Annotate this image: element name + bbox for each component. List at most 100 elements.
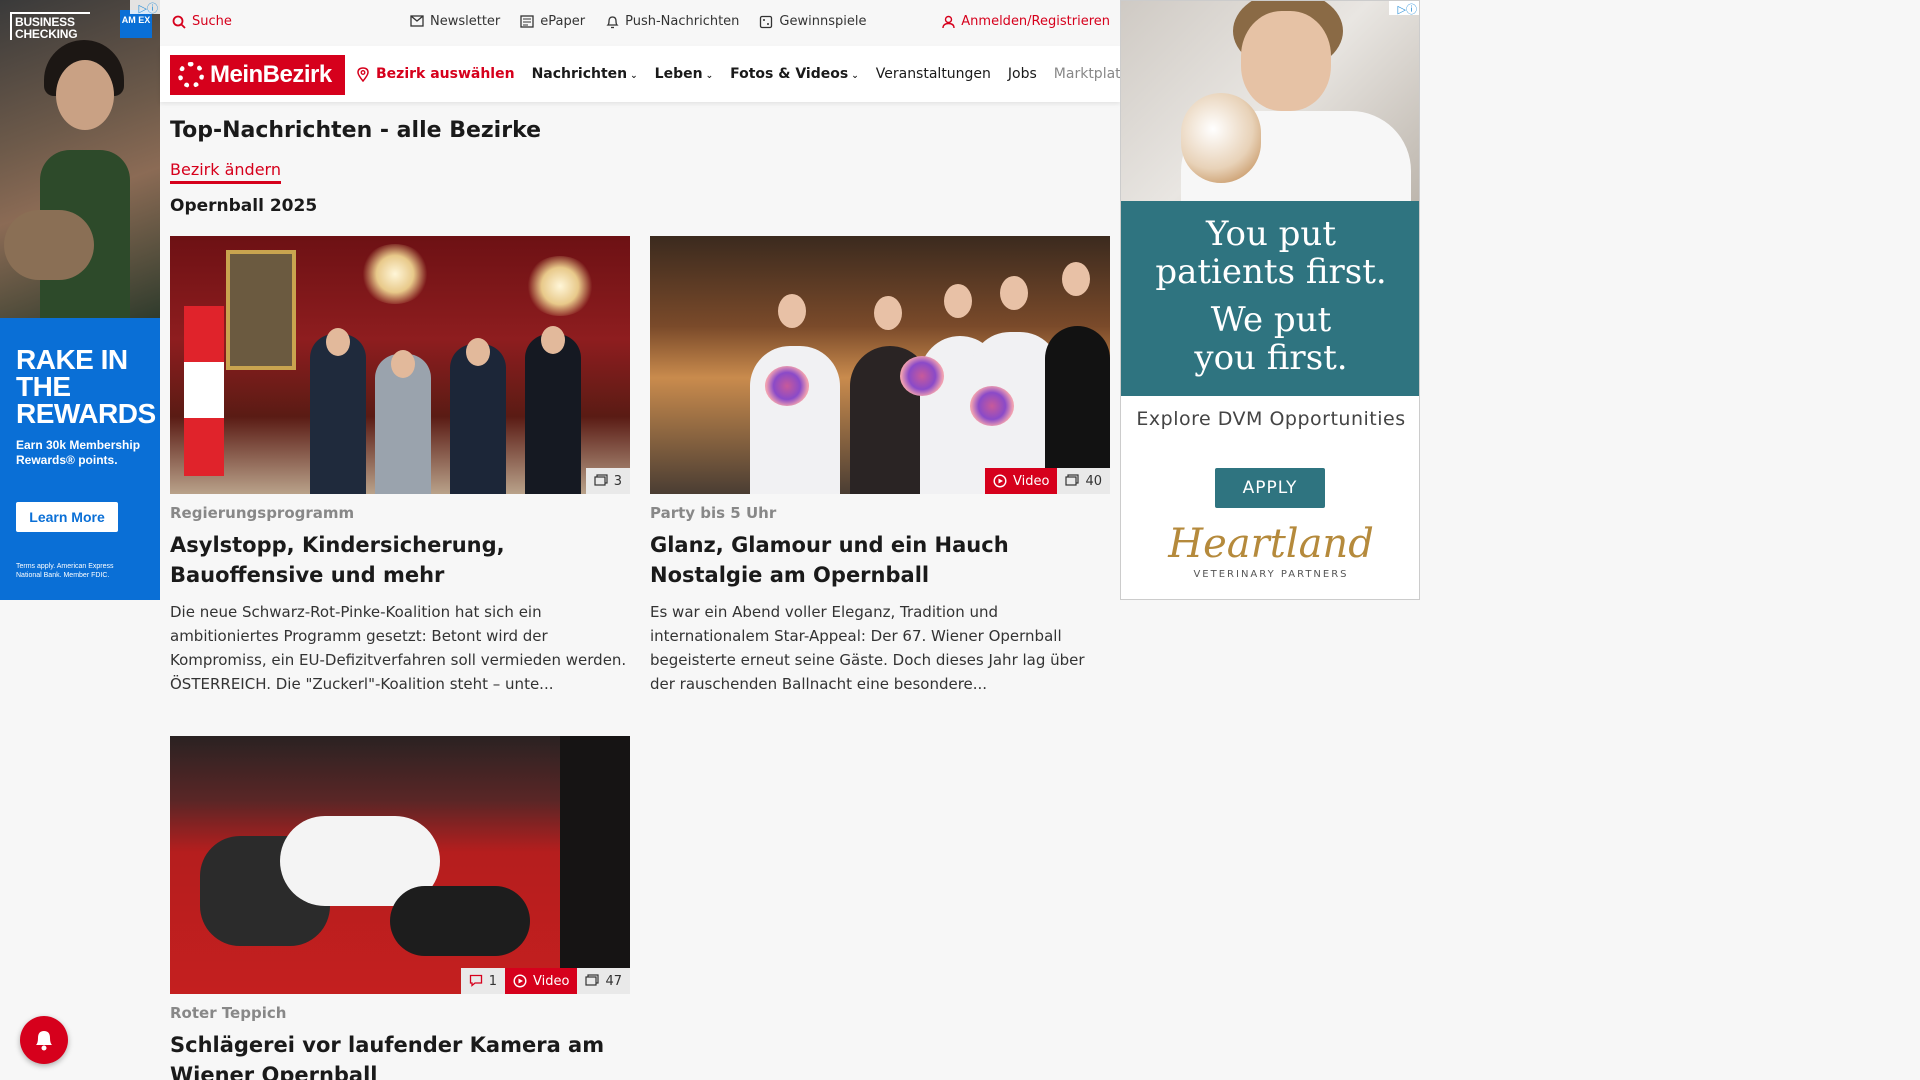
image-gallery-icon bbox=[585, 974, 600, 988]
ad-left-photo bbox=[0, 0, 160, 320]
nav-item-fotos-videos[interactable]: Fotos & Videos ⌄ bbox=[730, 66, 859, 82]
photo-count: 47 bbox=[605, 973, 622, 989]
bouquet bbox=[970, 386, 1014, 426]
article-card[interactable]: 3 Regierungsprogramm Asylstopp, Kindersi… bbox=[170, 236, 630, 696]
meinbezirk-logo[interactable]: MeinBezirk bbox=[170, 55, 345, 95]
debutante-head bbox=[874, 296, 902, 330]
play-icon bbox=[513, 974, 527, 988]
article-card[interactable]: 1 Video 47 Roter Teppich Schlägerei vor … bbox=[170, 736, 630, 1080]
ad-right-message: You put patients first. We put you first… bbox=[1121, 201, 1419, 396]
location-pin-icon bbox=[356, 67, 370, 83]
person bbox=[525, 334, 581, 494]
article-card[interactable]: Video 40 Party bis 5 Uhr Glanz, Glamour … bbox=[650, 236, 1110, 696]
newsletter-label: Newsletter bbox=[430, 14, 501, 29]
article-headline[interactable]: Glanz, Glamour und ein Hauch Nostalgie a… bbox=[650, 530, 1110, 590]
video-badge: Video bbox=[985, 468, 1058, 494]
comment-count: 1 bbox=[488, 973, 498, 989]
article-teaser: Die neue Schwarz-Rot-Pinke-Koalition hat… bbox=[170, 603, 627, 693]
ad-left-bowl bbox=[4, 210, 94, 280]
ad-left-subline: Earn 30k Membership Rewards® points. bbox=[16, 438, 141, 467]
person-head bbox=[391, 350, 415, 378]
article-image[interactable]: 1 Video 47 bbox=[170, 736, 630, 994]
nav-item-jobs[interactable]: Jobs bbox=[1008, 66, 1037, 82]
gentleman-head bbox=[1062, 262, 1090, 296]
newspaper-icon bbox=[520, 14, 534, 29]
article-image[interactable]: Video 40 bbox=[650, 236, 1110, 494]
notification-bell-button[interactable] bbox=[20, 1016, 68, 1064]
video-badge: Video bbox=[505, 968, 578, 994]
main-content: Top-Nachrichten - alle Bezirke Bezirk än… bbox=[160, 102, 1120, 1080]
change-bezirk-link[interactable]: Bezirk ändern bbox=[170, 160, 281, 184]
bezirk-select-button[interactable]: Bezirk auswählen bbox=[356, 66, 515, 83]
logo-sun-icon bbox=[178, 62, 204, 88]
ad-left-brand: BUSINESS CHECKING bbox=[10, 12, 90, 40]
section-title: Opernball 2025 bbox=[170, 196, 318, 216]
utility-links: Newsletter ePaper Push-Nachrichten Gewin… bbox=[410, 14, 866, 29]
article-image[interactable]: 3 bbox=[170, 236, 630, 494]
bystander bbox=[560, 736, 630, 994]
bezirk-select-label: Bezirk auswählen bbox=[376, 66, 515, 82]
login-link[interactable]: Anmelden/Registrieren bbox=[941, 14, 1110, 29]
photo-count: 40 bbox=[1085, 473, 1102, 489]
person-head bbox=[326, 328, 350, 356]
ad-right-photo bbox=[1121, 1, 1419, 231]
article-headline[interactable]: Schlägerei vor laufender Kamera am Wiene… bbox=[170, 1030, 630, 1080]
article-category: Regierungsprogramm bbox=[170, 504, 355, 522]
austria-flag bbox=[184, 306, 224, 476]
nav-leben-label: Leben bbox=[654, 66, 703, 82]
image-gallery-icon bbox=[594, 474, 608, 488]
ad-left-learn-more-button[interactable]: Learn More bbox=[16, 502, 118, 532]
ad-left-terms: Terms apply. American Express National B… bbox=[16, 563, 114, 579]
painting bbox=[226, 250, 296, 370]
chandelier bbox=[360, 244, 430, 304]
ad-left-amex[interactable]: BUSINESS CHECKING AM EX ▷ⓘ RAKE IN THE R… bbox=[0, 0, 160, 600]
search-icon bbox=[172, 15, 186, 29]
gewinnspiele-label: Gewinnspiele bbox=[779, 14, 867, 29]
photo-count-badge: 40 bbox=[1057, 468, 1110, 494]
nav-item-leben[interactable]: Leben ⌄ bbox=[655, 66, 713, 82]
ad-line-3: We put bbox=[1210, 300, 1332, 340]
person-head bbox=[541, 326, 565, 354]
bouquet bbox=[900, 356, 944, 396]
adchoices-icon[interactable]: ▷ⓘ bbox=[130, 0, 160, 15]
search-label: Suche bbox=[192, 14, 232, 29]
chevron-down-icon: ⌄ bbox=[630, 71, 638, 81]
heartland-logo: Heartland bbox=[1168, 521, 1374, 567]
ad-right-apply-button[interactable]: APPLY bbox=[1215, 468, 1325, 508]
nav-nachrichten-label: Nachrichten bbox=[531, 66, 628, 82]
user-icon bbox=[941, 15, 955, 29]
debutante-head bbox=[944, 284, 972, 318]
epaper-link[interactable]: ePaper bbox=[520, 14, 585, 29]
article-category: Party bis 5 Uhr bbox=[650, 504, 777, 522]
play-icon bbox=[993, 474, 1007, 488]
newsletter-link[interactable]: Newsletter bbox=[410, 14, 500, 29]
push-notifications-link[interactable]: Push-Nachrichten bbox=[605, 14, 739, 29]
ad-line-2: patients first. bbox=[1155, 252, 1387, 292]
page-title: Top-Nachrichten - alle Bezirke bbox=[170, 118, 542, 143]
nav-item-marktplatz[interactable]: Marktplatz bbox=[1054, 66, 1128, 82]
article-headline[interactable]: Asylstopp, Kindersicherung, Bauoffensive… bbox=[170, 530, 630, 590]
nav-item-veranstaltungen[interactable]: Veranstaltungen bbox=[876, 66, 991, 82]
video-label: Video bbox=[533, 973, 570, 989]
gift-icon bbox=[759, 15, 773, 29]
video-label: Video bbox=[1013, 473, 1050, 489]
person bbox=[450, 344, 506, 494]
bell-icon bbox=[605, 15, 619, 29]
ad-left-face bbox=[56, 60, 114, 130]
photo-count-badge: 3 bbox=[585, 468, 630, 494]
nav-item-nachrichten[interactable]: Nachrichten ⌄ bbox=[532, 66, 638, 82]
ad-right-heartland[interactable]: ▷ⓘ You put patients first. We put you fi… bbox=[1120, 0, 1420, 600]
adchoices-icon[interactable]: ▷ⓘ bbox=[1389, 1, 1419, 16]
top-utility-bar: Suche Newsletter ePaper Push-Nachrichten… bbox=[160, 0, 1120, 46]
heartland-logo-sub: VETERINARY PARTNERS bbox=[1193, 569, 1349, 580]
chevron-down-icon: ⌄ bbox=[851, 71, 859, 81]
search-link[interactable]: Suche bbox=[172, 14, 232, 29]
vet-face bbox=[1241, 11, 1331, 111]
login-label: Anmelden/Registrieren bbox=[961, 14, 1110, 29]
article-category: Roter Teppich bbox=[170, 1004, 287, 1022]
bell-icon bbox=[36, 1031, 52, 1051]
nav-fotos-label: Fotos & Videos bbox=[730, 66, 849, 82]
gewinnspiele-link[interactable]: Gewinnspiele bbox=[759, 14, 866, 29]
media-badges: Video 40 bbox=[985, 468, 1110, 494]
person bbox=[310, 334, 366, 494]
